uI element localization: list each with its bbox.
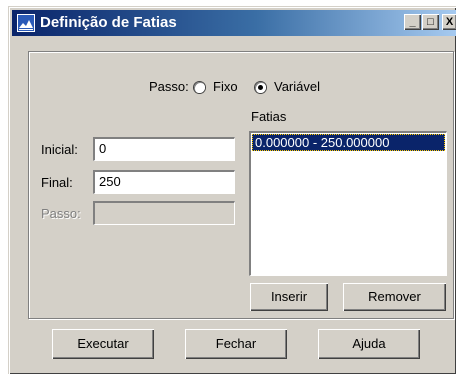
close-button[interactable]: X <box>442 14 456 30</box>
final-label: Final: <box>41 175 73 190</box>
close-dialog-button[interactable]: Fechar <box>185 329 287 359</box>
app-icon <box>17 14 35 32</box>
list-item[interactable]: 0.000000 - 250.000000 <box>252 134 445 151</box>
title-bar[interactable]: Definição de Fatias _ □ X <box>12 10 456 36</box>
help-button[interactable]: Ajuda <box>318 329 420 359</box>
window-title: Definição de Fatias <box>40 14 177 31</box>
slices-label: Fatias <box>251 109 287 124</box>
execute-button[interactable]: Executar <box>52 329 154 359</box>
inicial-input[interactable]: 0 <box>93 137 235 161</box>
radio-fixo-label[interactable]: Fixo <box>213 79 238 94</box>
slices-listbox[interactable]: 0.000000 - 250.000000 <box>249 131 447 276</box>
remove-button[interactable]: Remover <box>343 283 446 311</box>
radio-fixo[interactable] <box>194 82 205 93</box>
minimize-button[interactable]: _ <box>404 14 421 30</box>
radio-selected-dot <box>258 85 263 90</box>
maximize-button[interactable]: □ <box>422 14 439 30</box>
dialog-window: Definição de Fatias _ □ X Passo: Fixo Va… <box>8 6 456 374</box>
passo-label: Passo: <box>41 206 81 221</box>
radio-variavel-label[interactable]: Variável <box>274 79 320 94</box>
insert-button[interactable]: Inserir <box>250 283 328 311</box>
step-mode-label: Passo: <box>149 79 189 94</box>
passo-input <box>93 201 235 225</box>
inicial-label: Inicial: <box>41 142 78 157</box>
final-input[interactable]: 250 <box>93 170 235 194</box>
radio-variavel[interactable] <box>255 82 266 93</box>
